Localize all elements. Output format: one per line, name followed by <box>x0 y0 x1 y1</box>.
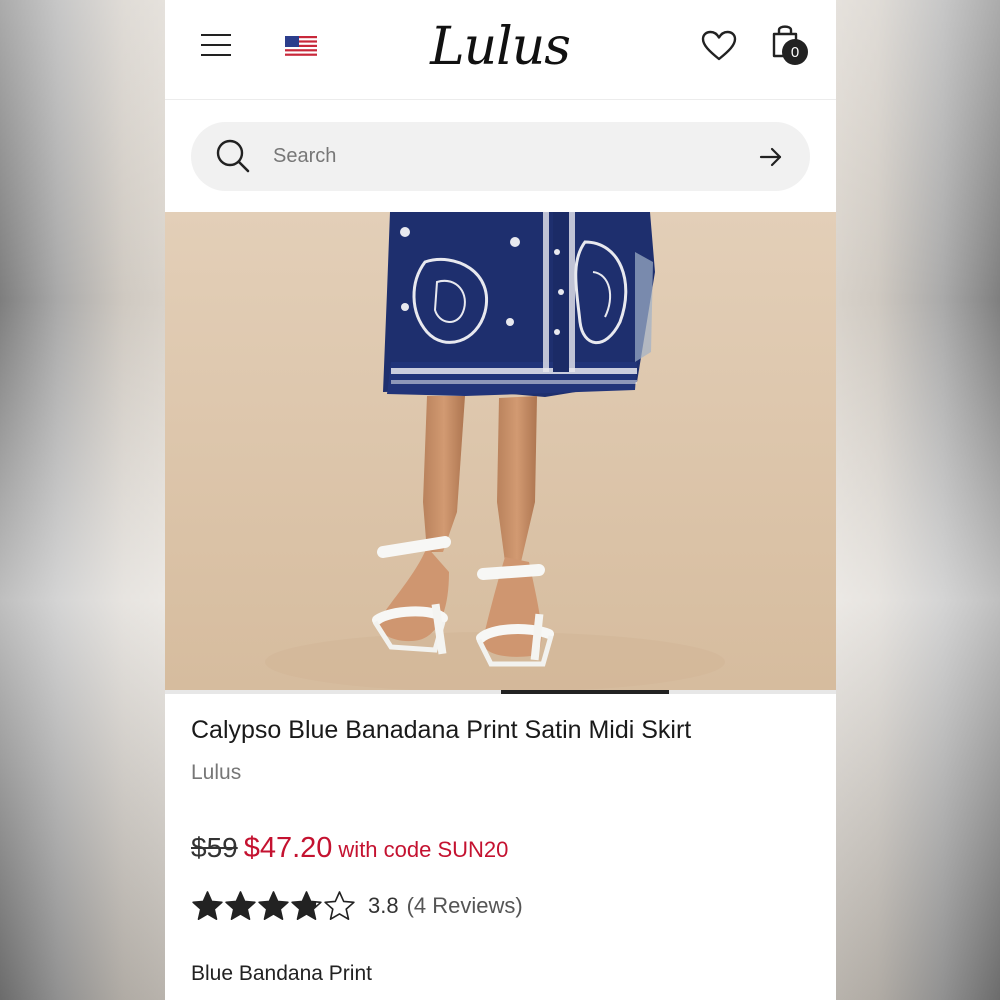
search-input[interactable] <box>273 136 733 176</box>
product-title: Calypso Blue Banadana Print Satin Midi S… <box>191 716 692 744</box>
product-page: Lulus 0 Search Calypso Blue Banadana Pri… <box>165 0 836 1000</box>
product-image[interactable] <box>165 212 836 690</box>
menu-icon[interactable] <box>201 32 233 60</box>
star-filled-icon <box>192 891 223 920</box>
star-filled-icon <box>258 891 289 920</box>
star-rating <box>191 890 356 922</box>
brand-link[interactable]: Lulus <box>191 761 241 785</box>
review-count-link[interactable]: (4 Reviews) <box>407 893 523 919</box>
sale-price: $47.20 <box>243 832 333 864</box>
gallery-progress-indicator <box>501 690 669 694</box>
gallery-progress-track[interactable] <box>165 690 836 694</box>
original-price: $59 <box>191 832 238 863</box>
background-right <box>836 0 1000 1000</box>
color-name: Blue Bandana Print <box>191 962 372 985</box>
product-photo <box>165 212 836 690</box>
site-header: Lulus 0 <box>165 0 836 100</box>
us-flag-icon[interactable] <box>285 36 317 58</box>
promo-code-text: with code SUN20 <box>338 837 509 862</box>
arrow-right-icon[interactable] <box>759 146 783 168</box>
star-partial-icon <box>291 891 322 920</box>
heart-icon[interactable] <box>701 30 737 62</box>
star-filled-icon <box>225 891 256 920</box>
cart-count-badge[interactable]: 0 <box>782 39 808 65</box>
logo-text: Lulus <box>430 17 571 77</box>
search-bar[interactable] <box>191 122 810 191</box>
price-row: $59 $47.20 with code SUN20 <box>191 832 508 872</box>
rating-row[interactable]: 3.8 (4 Reviews) <box>191 888 523 924</box>
background-left <box>0 0 165 1000</box>
star-empty-icon <box>324 891 355 920</box>
rating-value: 3.8 <box>368 893 399 918</box>
lulus-logo[interactable]: Lulus <box>425 14 575 80</box>
search-icon[interactable] <box>215 138 251 174</box>
